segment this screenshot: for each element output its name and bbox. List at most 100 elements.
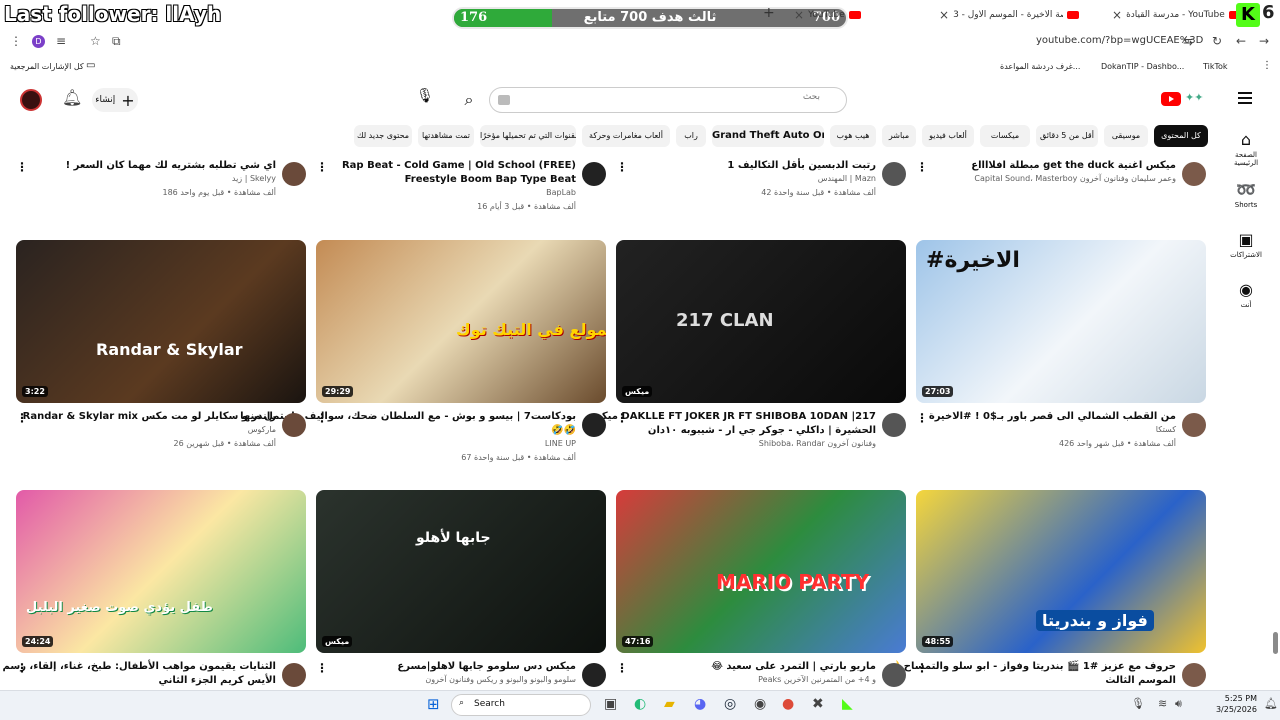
back-icon[interactable]: ← — [1236, 34, 1246, 48]
bookmark-item[interactable]: DokanTIP - Dashbo... — [1101, 62, 1184, 71]
channel-name[interactable]: زيد | Skelyy — [232, 174, 276, 183]
video-thumbnail[interactable]: #الاخيرة 27:03 — [916, 240, 1206, 403]
taskbar-clock[interactable]: 5:25 PM 3/25/2026 — [1215, 693, 1257, 715]
profile-icon[interactable]: D — [32, 35, 45, 48]
video-title[interactable]: حروف مع عزيز #1 🎬 بندريتا وفواز - ابو سل… — [888, 661, 1176, 672]
install-icon[interactable]: ⧉ — [112, 34, 121, 48]
bookmark-all[interactable]: كل الإشارات المرجعية — [10, 62, 84, 71]
more-actions-icon[interactable]: ⋮ — [16, 661, 28, 675]
video-title[interactable]: الثنايات يقيمون مواهب الأطفال: طبخ، غناء… — [0, 661, 276, 672]
guide-menu-icon[interactable] — [1238, 92, 1252, 104]
more-actions-icon[interactable]: ⋮ — [616, 160, 628, 174]
sidebar-item[interactable]: ▣ الاشتراكات — [1226, 230, 1266, 259]
close-tab-icon[interactable]: × — [794, 8, 804, 22]
video-thumbnail[interactable]: MARIO PARTY 47:16 — [616, 490, 906, 653]
video-card[interactable]: فواز و بندريتا 48:55 حروف مع عزيز #1 🎬 بند… — [888, 490, 1206, 715]
notifications-bell-icon[interactable]: 🔔︎ — [62, 90, 82, 106]
filter-chip[interactable]: ألعاب مغامرات وحركة — [582, 125, 670, 147]
browser-tab[interactable]: × مدرسة القيادة - YouTube — [1108, 4, 1245, 26]
video-title[interactable]: رتبت الدبسين بأقل التكاليف 1 — [727, 160, 876, 171]
more-actions-icon[interactable]: ⋮ — [916, 160, 928, 174]
bookmark-item[interactable]: TikTok — [1203, 62, 1228, 71]
doodle-icon[interactable]: ✦✦ — [1185, 91, 1203, 105]
task-view-icon[interactable]: ▣ — [604, 697, 617, 711]
video-title[interactable]: من القطب الشمالي الى قصر باور بـ$0 ! #ال… — [929, 411, 1176, 422]
channel-name[interactable]: BapLab — [546, 188, 576, 197]
video-title-line2[interactable]: الأيس كريم الجزء الثاني — [159, 675, 276, 686]
more-actions-icon[interactable]: ⋮ — [616, 411, 628, 425]
video-title[interactable]: DAKLLE FT JOKER JR FT SHIBOBA 10DAN |217… — [588, 411, 876, 422]
channel-avatar[interactable] — [882, 162, 906, 186]
volume-icon[interactable]: 🔊︎ — [1175, 697, 1182, 711]
youtube-logo-icon[interactable] — [1161, 92, 1181, 106]
video-thumbnail[interactable]: طفل يؤدي صوت صغير البلبل 24:24 — [16, 490, 306, 653]
bookmark-item[interactable]: غرف دردشة المواعدة... — [1000, 62, 1080, 71]
filter-chip[interactable]: هيب هوب — [830, 125, 876, 147]
keyboard-icon[interactable] — [498, 95, 510, 105]
video-card[interactable]: (FREE) Rap Beat - Cold Game | Old School… — [316, 160, 606, 220]
channel-name[interactable]: سلومو والبونو والبونو و ريكس وفنانون آخر… — [425, 675, 576, 684]
queue-icon[interactable]: ≡ — [56, 34, 66, 48]
sidebar-item[interactable]: ⌂ الصفحة الرئيسية — [1226, 130, 1266, 167]
edge-icon[interactable]: ◐ — [634, 697, 646, 711]
scrollbar-thumb[interactable] — [1273, 632, 1278, 654]
video-title[interactable]: ميكس دس سلومو جابها لاهلو|مسرع — [397, 661, 576, 672]
sidebar-item[interactable]: ◉ أنت — [1226, 280, 1266, 309]
search-input[interactable] — [520, 92, 820, 102]
video-title[interactable]: اي شي تطلبه بشتريه لك مهما كان السعر ! — [66, 160, 276, 171]
video-card[interactable]: Randar & Skylar 3:22 راندر و سكايلر لو مت … — [16, 240, 306, 465]
video-card[interactable]: 217 CLAN ميكس DAKLLE FT JOKER JR FT SHIBOB… — [588, 240, 906, 465]
close-tab-icon[interactable]: × — [1112, 8, 1122, 22]
windows-start-icon[interactable]: ⊞ — [427, 697, 440, 712]
filter-chip[interactable]: Grand Theft Auto Online — [712, 125, 824, 147]
video-card[interactable]: اي شي تطلبه بشتريه لك مهما كان السعر ! زي… — [16, 160, 306, 220]
browser-tab[interactable]: × YouTube — [790, 4, 865, 26]
more-actions-icon[interactable]: ⋮ — [316, 160, 328, 174]
tune-icon[interactable]: ⇆ — [1183, 34, 1193, 48]
app-icon[interactable]: ✖ — [812, 697, 824, 711]
more-actions-icon[interactable]: ⋮ — [916, 411, 928, 425]
video-thumbnail[interactable]: فواز و بندريتا 48:55 — [916, 490, 1206, 653]
channel-name[interactable]: المهندس | Mazn — [818, 174, 876, 183]
reload-icon[interactable]: ↻ — [1212, 34, 1222, 48]
video-title[interactable]: ماريو بارتي | التمرد على سعيد 😂 — [711, 661, 876, 672]
video-card[interactable]: ميكس اغنية get the duck مبطلة افلااااع Ca… — [916, 160, 1206, 220]
channel-name[interactable]: Shiboba، Randar وفنانون آخرون — [759, 439, 876, 448]
discord-icon[interactable]: ◕ — [694, 697, 706, 711]
mic-tray-icon[interactable]: 🎙︎ — [1131, 697, 1145, 711]
channel-avatar[interactable] — [582, 663, 606, 687]
more-actions-icon[interactable]: ⋮ — [916, 661, 928, 675]
steam-icon[interactable]: ◎ — [724, 697, 736, 711]
bookmark-star-icon[interactable]: ☆ — [90, 34, 101, 48]
close-tab-icon[interactable]: × — [939, 8, 949, 22]
video-thumbnail[interactable]: Randar & Skylar 3:22 — [16, 240, 306, 403]
kick-app-icon[interactable]: ◣ — [842, 697, 853, 711]
sidebar-item[interactable]: ➿ Shorts — [1226, 180, 1266, 209]
forward-icon[interactable]: → — [1259, 34, 1269, 48]
video-title[interactable]: ميكس اغنية get the duck مبطلة افلااااع — [971, 160, 1176, 171]
video-title[interactable]: (FREE) Rap Beat - Cold Game | Old School — [342, 160, 576, 171]
search-icon[interactable]: ⌕ — [455, 88, 483, 112]
chrome-icon[interactable]: ● — [782, 697, 794, 711]
create-button[interactable]: إنشاء + — [92, 88, 138, 112]
video-card[interactable]: #الاخيرة 27:03 من القطب الشمالي الى قصر با… — [916, 240, 1206, 465]
filter-chip[interactable]: ميكسات — [980, 125, 1030, 147]
more-actions-icon[interactable]: ⋮ — [316, 411, 328, 425]
video-thumbnail[interactable]: جابها لأهلو ميكس — [316, 490, 606, 653]
more-bookmarks-icon[interactable]: ⋮ — [1262, 60, 1272, 71]
channel-avatar[interactable] — [282, 413, 306, 437]
more-actions-icon[interactable]: ⋮ — [316, 661, 328, 675]
voice-search-icon[interactable]: 🎙︎ — [414, 88, 436, 110]
filter-chip[interactable]: كل المحتوى — [1154, 125, 1208, 147]
more-actions-icon[interactable]: ⋮ — [16, 160, 28, 174]
filter-chip[interactable]: تمت مشاهدتها — [418, 125, 474, 147]
filter-chip[interactable]: محتوى جديد لك — [354, 125, 412, 147]
channel-avatar[interactable] — [1182, 162, 1206, 186]
url-text[interactable]: youtube.com/?bp=wgUCEAE%3D — [1036, 35, 1203, 46]
filter-chip[interactable]: راب — [676, 125, 706, 147]
new-tab-button[interactable]: + — [763, 5, 775, 21]
wifi-icon[interactable]: ≋ — [1158, 697, 1167, 711]
channel-avatar[interactable] — [882, 413, 906, 437]
obs-icon[interactable]: ◉ — [754, 697, 766, 711]
channel-avatar[interactable] — [882, 663, 906, 687]
